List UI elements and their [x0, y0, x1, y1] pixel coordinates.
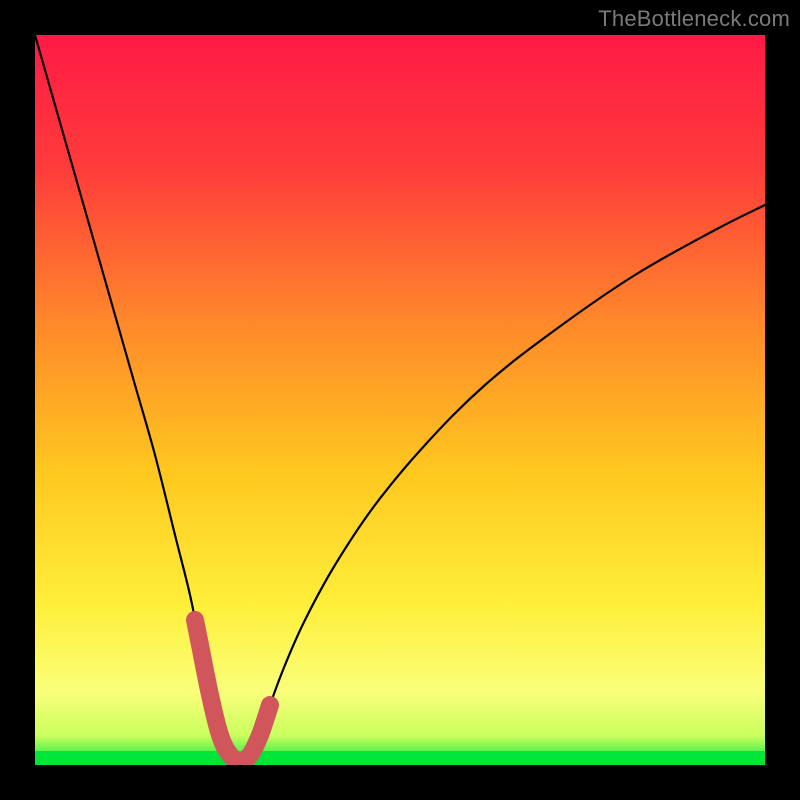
- curve-layer: [35, 35, 765, 765]
- watermark-text: TheBottleneck.com: [598, 6, 790, 32]
- bottleneck-curve-thin: [35, 35, 765, 761]
- plot-area: [35, 35, 765, 765]
- outer-frame: TheBottleneck.com: [0, 0, 800, 800]
- bottleneck-curve-thick: [195, 620, 270, 761]
